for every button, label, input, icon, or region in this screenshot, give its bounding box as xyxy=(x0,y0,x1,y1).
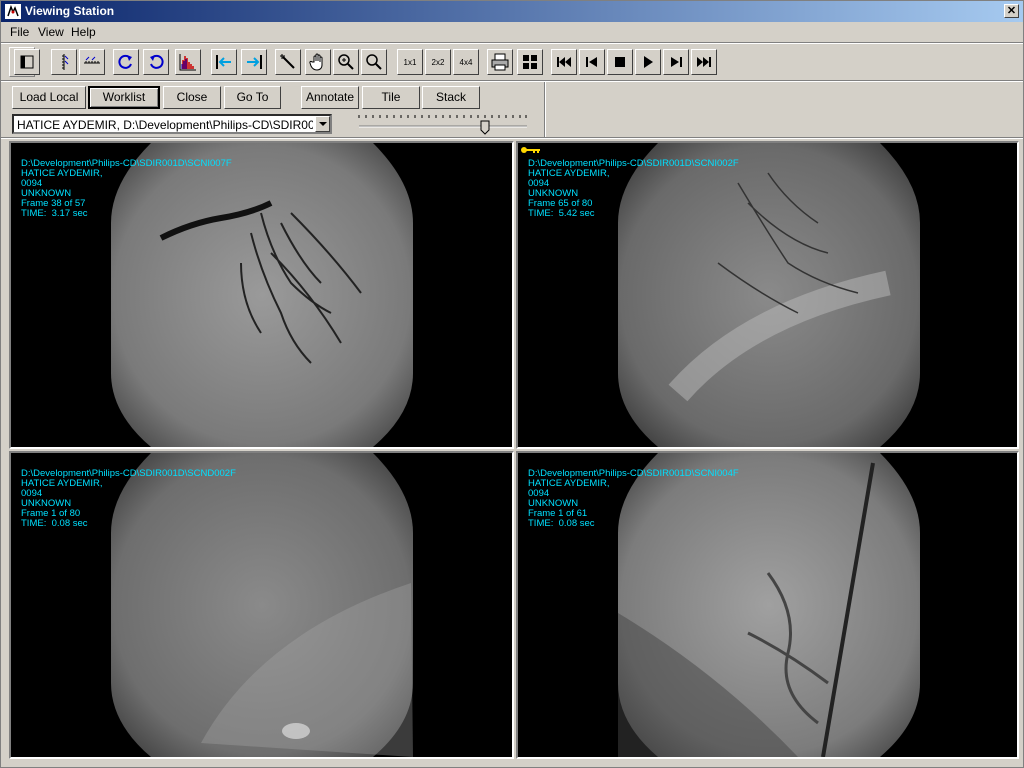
skip-to-start-icon xyxy=(557,57,571,67)
panel-toggle-button[interactable] xyxy=(14,49,40,75)
arrow-left-bar-icon xyxy=(216,55,231,69)
viewer-area: D:\Development\Philips-CD\SDIR001D\SCNI0… xyxy=(5,139,1021,761)
next-frame-button[interactable] xyxy=(663,49,689,75)
layout-4x4-button[interactable]: 4x4 xyxy=(453,49,479,75)
annotate-button[interactable]: Annotate xyxy=(301,86,359,109)
viewport-1[interactable]: D:\Development\Philips-CD\SDIR001D\SCNI0… xyxy=(9,141,514,449)
first-frame-button[interactable] xyxy=(551,49,577,75)
layout-4x4-label: 4x4 xyxy=(459,57,473,67)
patient-series-combo[interactable]: HATICE AYDEMIR, D:\Development\Philips-C… xyxy=(12,114,332,134)
goto-button[interactable]: Go To xyxy=(224,86,281,109)
last-frame-button[interactable] xyxy=(691,49,717,75)
rotate-counterclockwise-icon xyxy=(150,54,164,69)
zoom-out-button[interactable] xyxy=(361,49,387,75)
vertical-ruler-button[interactable] xyxy=(51,49,77,75)
vertical-ruler-icon xyxy=(62,54,69,70)
viewport-3[interactable]: D:\Development\Philips-CD\SDIR001D\SCND0… xyxy=(9,451,514,759)
skip-to-end-icon xyxy=(697,57,711,67)
rotate-clockwise-button[interactable] xyxy=(113,49,139,75)
slider-thumb[interactable] xyxy=(480,120,490,135)
window-level-button[interactable] xyxy=(275,49,301,75)
rotate-clockwise-icon xyxy=(118,54,132,69)
patient-series-value: HATICE AYDEMIR, D:\Development\Philips-C… xyxy=(17,118,313,132)
viewport-4[interactable]: D:\Development\Philips-CD\SDIR001D\SCNI0… xyxy=(516,451,1019,759)
horizontal-ruler-button[interactable] xyxy=(79,49,105,75)
close-window-button[interactable]: ✕ xyxy=(1004,4,1019,18)
viewport-time: TIME: 0.08 sec xyxy=(21,518,88,529)
key-icon xyxy=(521,147,540,153)
next-image-button[interactable] xyxy=(241,49,267,75)
viewing-station-window: Viewing Station ✕ File View Help 1x1 2x2… xyxy=(0,0,1024,768)
pan-button[interactable] xyxy=(305,49,331,75)
menu-bar: File View Help xyxy=(1,22,1023,41)
panel-toggle-icon xyxy=(20,55,34,69)
worklist-button[interactable]: Worklist xyxy=(88,86,160,109)
layout-2x2-label: 2x2 xyxy=(431,57,445,67)
panel-separator xyxy=(544,82,546,137)
viewport-time: TIME: 3.17 sec xyxy=(21,208,88,219)
viewport-time: TIME: 0.08 sec xyxy=(528,518,595,529)
viewport-patient: HATICE AYDEMIR, xyxy=(528,168,610,179)
wand-icon xyxy=(280,54,295,69)
stop-icon xyxy=(615,57,625,67)
previous-image-button[interactable] xyxy=(211,49,237,75)
stack-button[interactable]: Stack xyxy=(422,86,480,109)
previous-frame-button[interactable] xyxy=(579,49,605,75)
window-title: Viewing Station xyxy=(25,4,115,18)
print-button[interactable] xyxy=(487,49,513,75)
viewport-time: TIME: 5.42 sec xyxy=(528,208,595,219)
step-forward-icon xyxy=(671,57,682,67)
menu-file[interactable]: File xyxy=(10,25,29,39)
viewport-patient: HATICE AYDEMIR, xyxy=(21,478,103,489)
layout-2x2-button[interactable]: 2x2 xyxy=(425,49,451,75)
step-back-icon xyxy=(586,57,597,67)
zoom-in-icon xyxy=(338,54,354,70)
close-button[interactable]: Close xyxy=(163,86,221,109)
viewport-4-overlay: D:\Development\Philips-CD\SDIR001D\SCNI0… xyxy=(528,469,739,529)
viewport-1-overlay: D:\Development\Philips-CD\SDIR001D\SCNI0… xyxy=(21,159,232,219)
toolbar-separator xyxy=(1,80,1023,82)
layout-1x1-button[interactable]: 1x1 xyxy=(397,49,423,75)
viewport-3-overlay: D:\Development\Philips-CD\SDIR001D\SCND0… xyxy=(21,469,236,529)
combo-dropdown-arrow-icon[interactable] xyxy=(315,116,330,132)
play-icon xyxy=(644,56,653,68)
play-button[interactable] xyxy=(635,49,661,75)
stop-button[interactable] xyxy=(607,49,633,75)
horizontal-ruler-icon xyxy=(84,56,100,64)
viewport-2-overlay: D:\Development\Philips-CD\SDIR001D\SCNI0… xyxy=(528,159,739,219)
grid-view-button[interactable] xyxy=(517,49,543,75)
zoom-in-button[interactable] xyxy=(333,49,359,75)
viewport-patient: HATICE AYDEMIR, xyxy=(21,168,103,179)
load-local-button[interactable]: Load Local xyxy=(12,86,86,109)
tile-button[interactable]: Tile xyxy=(362,86,420,109)
grid-icon xyxy=(523,55,537,69)
histogram-button[interactable] xyxy=(175,49,201,75)
title-bar[interactable]: Viewing Station ✕ xyxy=(1,1,1023,22)
layout-1x1-label: 1x1 xyxy=(403,57,417,67)
menu-help[interactable]: Help xyxy=(71,25,96,39)
histogram-icon xyxy=(179,54,196,71)
app-icon xyxy=(5,4,21,19)
hand-icon xyxy=(309,53,323,71)
frame-slider[interactable] xyxy=(357,111,529,137)
viewport-2[interactable]: D:\Development\Philips-CD\SDIR001D\SCNI0… xyxy=(516,141,1019,449)
menu-separator xyxy=(1,42,1023,44)
viewport-patient: HATICE AYDEMIR, xyxy=(528,478,610,489)
printer-icon xyxy=(491,53,509,71)
menu-view[interactable]: View xyxy=(38,25,64,39)
magnifier-icon xyxy=(366,54,382,70)
rotate-counterclockwise-button[interactable] xyxy=(143,49,169,75)
arrow-right-bar-icon xyxy=(247,55,262,69)
